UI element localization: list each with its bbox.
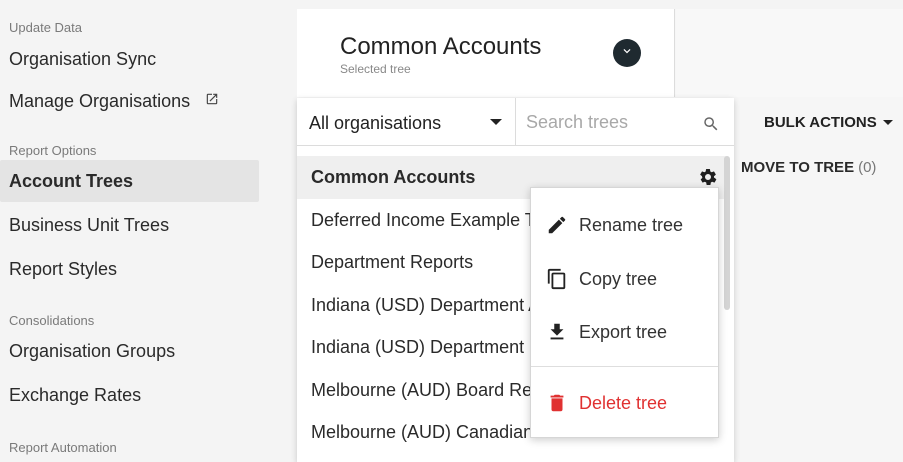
pencil-icon — [545, 213, 569, 237]
sidebar-item-organisation-groups[interactable]: Organisation Groups — [0, 330, 259, 372]
trash-icon — [545, 391, 569, 415]
move-to-tree-label: MOVE TO TREE — [741, 159, 855, 176]
section-title-report-automation: Report Automation — [9, 440, 117, 455]
external-link-icon — [205, 79, 219, 121]
search-trees-input[interactable] — [526, 108, 696, 136]
section-title-consolidations: Consolidations — [9, 313, 95, 328]
sidebar-item-label: Exchange Rates — [9, 385, 142, 405]
bulk-actions-button[interactable]: BULK ACTIONS — [759, 98, 903, 146]
menu-divider — [531, 366, 718, 367]
section-title-update-data: Update Data — [9, 20, 82, 35]
menu-item-label: Delete tree — [579, 392, 668, 413]
organisation-filter-select[interactable]: All organisations — [297, 98, 516, 146]
sidebar-item-business-unit-trees[interactable]: Business Unit Trees — [0, 204, 259, 246]
rename-tree-menu-item[interactable]: Rename tree — [531, 205, 718, 245]
sidebar-item-exchange-rates[interactable]: Exchange Rates — [0, 374, 259, 416]
caret-down-icon — [883, 120, 893, 125]
selected-tree-subtitle: Selected tree — [340, 62, 411, 76]
sidebar-item-manage-organisations[interactable]: Manage Organisations — [0, 80, 259, 122]
menu-item-label: Rename tree — [579, 214, 684, 235]
sidebar-item-label: Organisation Sync — [9, 49, 157, 69]
tree-dropdown-toggle[interactable] — [613, 39, 641, 67]
sidebar-item-report-styles[interactable]: Report Styles — [0, 248, 259, 290]
sidebar-item-organisation-sync[interactable]: Organisation Sync — [0, 38, 259, 80]
bulk-actions-label: BULK ACTIONS — [764, 114, 877, 131]
move-to-tree-count: (0) — [858, 159, 877, 176]
header-right-area — [676, 9, 903, 97]
copy-tree-menu-item[interactable]: Copy tree — [531, 259, 718, 299]
chevron-down-icon — [620, 44, 634, 63]
sidebar-item-label: Manage Organisations — [9, 91, 191, 111]
caret-down-icon — [490, 119, 502, 125]
search-trees-box — [516, 98, 734, 146]
menu-item-label: Copy tree — [579, 268, 658, 289]
sidebar-item-label: Business Unit Trees — [9, 215, 170, 235]
tree-header: Common Accounts Selected tree — [297, 9, 675, 97]
move-to-tree-button[interactable]: MOVE TO TREE (0) — [741, 159, 876, 176]
delete-tree-menu-item[interactable]: Delete tree — [531, 383, 718, 423]
selected-tree-title: Common Accounts — [340, 33, 542, 60]
organisation-filter-value: All organisations — [309, 113, 442, 133]
sidebar-item-label: Account Trees — [9, 171, 134, 191]
sidebar-item-label: Organisation Groups — [9, 341, 176, 361]
tree-list-scrollbar[interactable] — [724, 156, 730, 310]
menu-item-label: Export tree — [579, 321, 668, 342]
export-tree-menu-item[interactable]: Export tree — [531, 312, 718, 352]
section-title-report-options: Report Options — [9, 143, 97, 158]
sidebar: Update Data Organisation Sync Manage Org… — [0, 0, 268, 462]
download-icon — [545, 320, 569, 344]
sidebar-item-label: Report Styles — [9, 259, 118, 279]
sidebar-item-account-trees[interactable]: Account Trees — [0, 160, 259, 202]
tree-context-menu: Rename tree Copy tree Export tree Delete… — [530, 187, 719, 438]
copy-icon — [545, 267, 569, 291]
search-icon[interactable] — [702, 115, 720, 138]
